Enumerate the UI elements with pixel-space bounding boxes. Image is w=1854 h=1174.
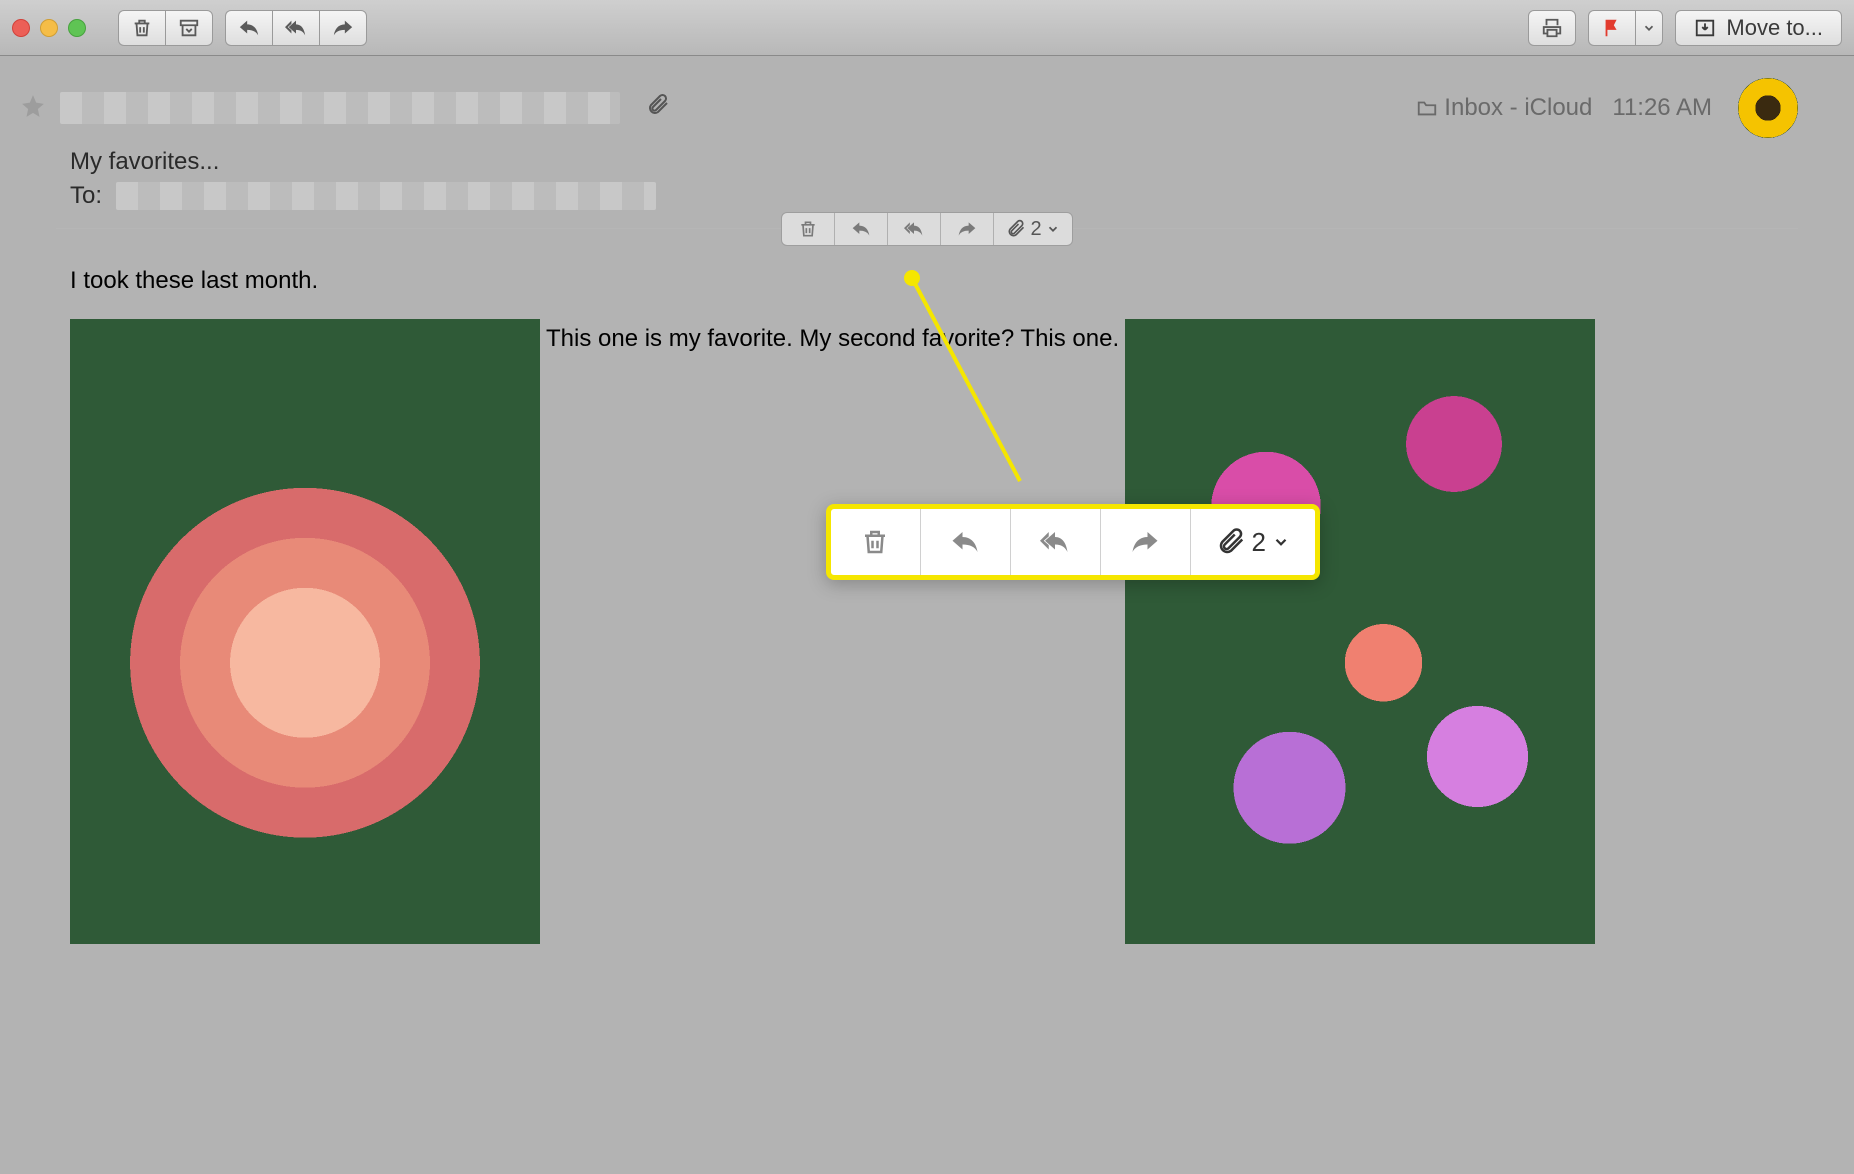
inline-delete-button[interactable]: [782, 213, 835, 245]
header-divider: 2: [56, 228, 1798, 229]
attached-image-1[interactable]: [70, 319, 540, 944]
reply-icon: [238, 17, 260, 39]
reply-button[interactable]: [225, 10, 272, 46]
close-window-button[interactable]: [12, 19, 30, 37]
window-titlebar: Move to...: [0, 0, 1854, 56]
paperclip-icon: [1006, 219, 1026, 239]
reply-icon: [950, 527, 980, 557]
trash-icon: [860, 527, 890, 557]
callout-reply-all-button[interactable]: [1011, 509, 1101, 575]
inline-attachments-button[interactable]: 2: [994, 213, 1072, 245]
archive-button[interactable]: [165, 10, 213, 46]
print-icon: [1541, 17, 1563, 39]
forward-icon: [332, 17, 354, 39]
attached-image-2[interactable]: [1125, 319, 1595, 944]
sender-row: Inbox - iCloud 11:26 AM: [56, 78, 1798, 138]
flag-button[interactable]: [1588, 10, 1635, 46]
delete-archive-group: [118, 10, 213, 46]
annotation-callout: 2: [826, 504, 1320, 580]
move-to-label: Move to...: [1726, 15, 1823, 41]
callout-delete-button[interactable]: [831, 509, 921, 575]
inline-reply-all-button[interactable]: [888, 213, 941, 245]
traffic-lights: [12, 19, 86, 37]
trash-icon: [798, 219, 818, 239]
mailbox-label: Inbox - iCloud: [1416, 94, 1592, 122]
maximize-window-button[interactable]: [68, 19, 86, 37]
reply-icon: [851, 219, 871, 239]
recipient-redacted: [116, 182, 656, 210]
inline-attachment-count: 2: [1030, 218, 1041, 241]
reply-all-button[interactable]: [272, 10, 319, 46]
callout-attachment-count: 2: [1252, 527, 1266, 558]
chevron-down-icon: [1642, 21, 1656, 35]
message-meta: Inbox - iCloud 11:26 AM: [1416, 78, 1798, 138]
move-to-icon: [1694, 17, 1716, 39]
chevron-down-icon: [1272, 533, 1290, 551]
reply-all-icon: [285, 17, 307, 39]
inline-action-bar: 2: [781, 212, 1073, 246]
flag-menu-button[interactable]: [1635, 10, 1663, 46]
body-images-row: This one is my favorite. My second favor…: [70, 319, 1798, 944]
callout-forward-button[interactable]: [1101, 509, 1191, 575]
forward-button[interactable]: [319, 10, 367, 46]
sender-redacted: [60, 92, 620, 124]
reply-all-icon: [904, 219, 924, 239]
chevron-down-icon: [1046, 222, 1060, 236]
inline-forward-button[interactable]: [941, 213, 994, 245]
paperclip-icon: [1216, 527, 1246, 557]
message-time: 11:26 AM: [1612, 94, 1712, 122]
archive-icon: [178, 17, 200, 39]
body-mid-text: This one is my favorite. My second favor…: [546, 319, 1119, 353]
delete-button[interactable]: [118, 10, 165, 46]
trash-icon: [131, 17, 153, 39]
star-icon[interactable]: [20, 93, 46, 127]
reply-forward-group: [225, 10, 367, 46]
inline-reply-button[interactable]: [835, 213, 888, 245]
attachment-indicator-icon: [646, 93, 670, 124]
reply-all-icon: [1040, 527, 1070, 557]
flag-icon: [1601, 17, 1623, 39]
minimize-window-button[interactable]: [40, 19, 58, 37]
callout-reply-button[interactable]: [921, 509, 1011, 575]
folder-icon: [1416, 97, 1438, 119]
message-pane: Inbox - iCloud 11:26 AM My favorites... …: [0, 56, 1854, 944]
callout-attachments-button[interactable]: 2: [1191, 509, 1315, 575]
forward-icon: [957, 219, 977, 239]
forward-icon: [1130, 527, 1160, 557]
body-line-1: I took these last month.: [70, 267, 1798, 295]
to-row: To:: [70, 182, 1798, 210]
sender-avatar: [1738, 78, 1798, 138]
subject-line: My favorites...: [70, 148, 1798, 176]
to-label: To:: [70, 182, 102, 210]
print-button[interactable]: [1528, 10, 1576, 46]
move-to-button[interactable]: Move to...: [1675, 10, 1842, 46]
flag-group: [1588, 10, 1663, 46]
